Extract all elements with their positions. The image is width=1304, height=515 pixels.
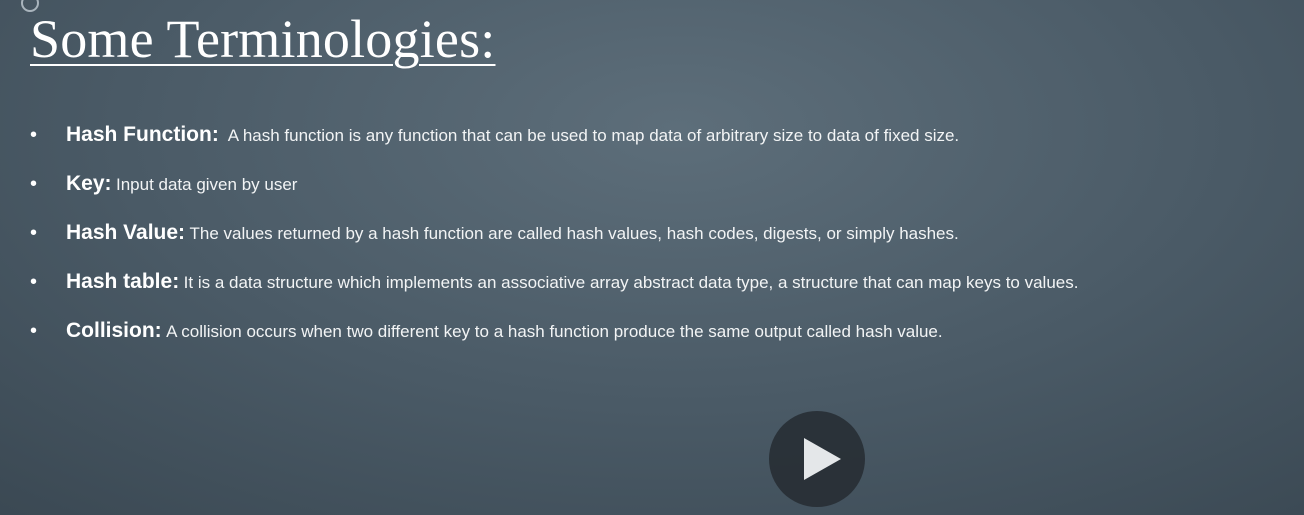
video-slide: Some Terminologies: • Hash Function: A h… <box>0 0 1304 515</box>
bullet-icon: • <box>30 124 38 146</box>
bullet-icon: • <box>30 320 38 342</box>
term-definition: A hash function is any function that can… <box>227 126 960 145</box>
term-name: Hash table: <box>66 270 180 293</box>
term-definition: Input data given by user <box>115 175 298 194</box>
term-definition: A collision occurs when two different ke… <box>166 322 943 341</box>
play-button[interactable] <box>769 411 865 507</box>
term-name: Collision: <box>66 319 162 342</box>
bullet-icon: • <box>30 271 38 293</box>
play-icon <box>804 438 841 480</box>
term-text: Hash table: It is a data structure which… <box>66 267 1078 299</box>
term-definition: The values returned by a hash function a… <box>189 224 959 243</box>
term-text: Collision: A collision occurs when two d… <box>66 316 943 348</box>
bullet-icon: • <box>30 173 38 195</box>
term-text: Hash Value: The values returned by a has… <box>66 218 959 250</box>
term-definition: It is a data structure which implements … <box>183 273 1079 292</box>
term-name: Hash Function: <box>66 123 219 146</box>
term-name: Key: <box>66 172 112 195</box>
term-text: Key: Input data given by user <box>66 169 297 201</box>
bullet-icon: • <box>30 222 38 244</box>
term-text: Hash Function: A hash function is any fu… <box>66 120 959 152</box>
term-name: Hash Value: <box>66 221 186 244</box>
slide-title: Some Terminologies: <box>30 9 496 69</box>
